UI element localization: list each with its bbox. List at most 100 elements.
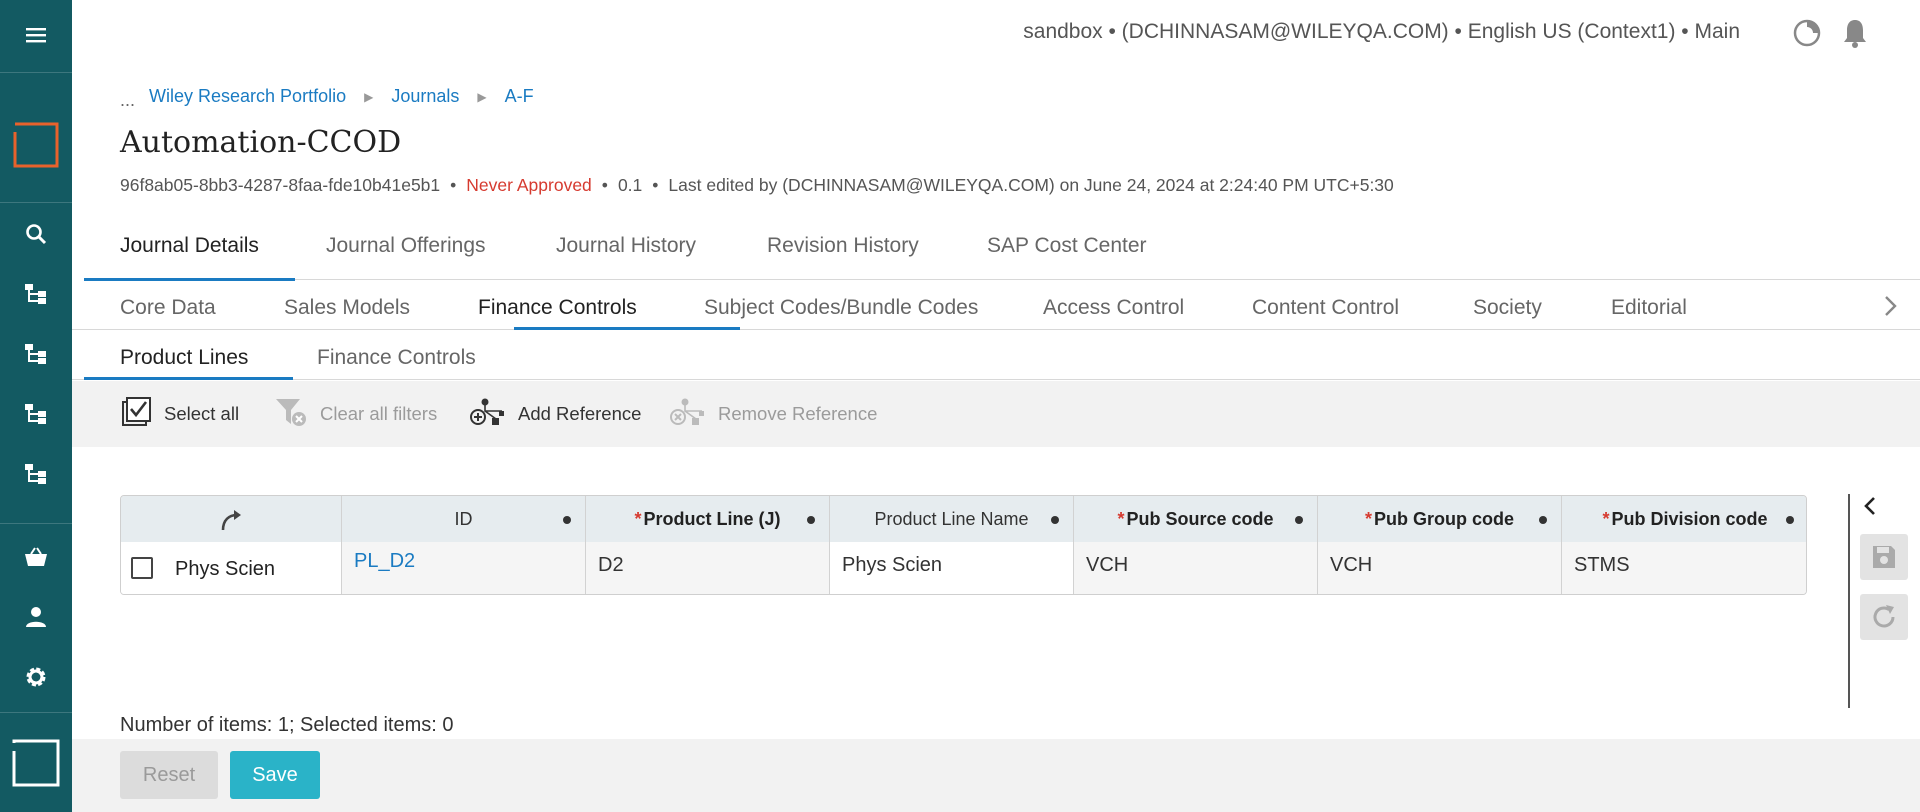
column-label: * Pub Source code [1117, 509, 1274, 529]
remove-reference-icon [670, 397, 706, 432]
row-checkbox[interactable] [131, 557, 153, 579]
main-tabs: Journal Details Journal Offerings Journa… [84, 228, 1920, 281]
tab-access-control[interactable]: Access Control [1043, 296, 1184, 320]
grid-header: ID * Product Line (J) Product Line Name *… [121, 496, 1806, 542]
curved-arrow-icon[interactable] [219, 508, 245, 537]
square-logo-icon[interactable] [0, 738, 72, 788]
user-icon[interactable] [0, 595, 72, 639]
hierarchy-icon[interactable] [0, 452, 72, 496]
last-edited: Last edited by (DCHINNASAM@WILEYQA.COM) … [668, 175, 1394, 195]
basket-icon[interactable] [0, 535, 72, 579]
context-info[interactable]: sandbox • (DCHINNASAM@WILEYQA.COM) • Eng… [1023, 20, 1740, 44]
chevron-left-icon[interactable] [1862, 493, 1878, 524]
cell-product-line-name[interactable]: Phys Scien [830, 542, 1074, 594]
breadcrumb-item-portfolio[interactable]: Wiley Research Portfolio [149, 86, 346, 107]
tab-finance-controls-section[interactable]: Finance Controls [317, 346, 476, 370]
tab-core-data[interactable]: Core Data [120, 296, 216, 320]
refresh-moon-icon[interactable] [1790, 16, 1824, 50]
save-icon[interactable] [1860, 534, 1908, 580]
add-reference-button[interactable]: Add Reference [470, 381, 641, 447]
app-logo-icon[interactable] [0, 115, 72, 175]
remove-reference-button[interactable]: Remove Reference [670, 381, 877, 447]
tab-society[interactable]: Society [1473, 296, 1542, 320]
column-header-id[interactable]: ID [342, 496, 586, 542]
breadcrumb-separator: ▶ [477, 89, 487, 104]
refresh-icon[interactable] [1860, 594, 1908, 640]
tab-sap-cost-center[interactable]: SAP Cost Center [987, 228, 1147, 280]
breadcrumb-separator: ▶ [364, 89, 374, 104]
breadcrumb-ellipsis[interactable]: ... [120, 90, 135, 111]
cell-id: PL_D2 [342, 542, 586, 594]
footer-bar: Reset Save [72, 739, 1920, 812]
cell-pub-source[interactable]: VCH [1074, 542, 1318, 594]
column-menu-icon[interactable] [1295, 516, 1303, 524]
tab-revision-history[interactable]: Revision History [767, 228, 919, 280]
hierarchy-icon[interactable] [0, 332, 72, 376]
select-all-icon [120, 396, 152, 433]
tab-journal-details[interactable]: Journal Details [84, 228, 295, 281]
column-header-pub-group[interactable]: * Pub Group code [1318, 496, 1562, 542]
hamburger-menu-icon[interactable] [0, 13, 72, 57]
breadcrumb: ... Wiley Research Portfolio ▶ Journals … [120, 86, 534, 110]
item-count: Number of items: 1; Selected items: 0 [120, 714, 454, 736]
column-label: * Pub Division code [1602, 509, 1768, 529]
sub-tabs: Core Data Sales Models Finance Controls … [72, 282, 1920, 330]
column-header-product-line[interactable]: * Product Line (J) [586, 496, 830, 542]
tab-product-lines[interactable]: Product Lines [120, 346, 248, 370]
active-tab-indicator [84, 377, 293, 380]
approval-status: Never Approved [466, 175, 592, 195]
clear-filters-label: Clear all filters [320, 403, 438, 424]
cell-pub-division[interactable]: STMS [1562, 542, 1806, 594]
column-menu-icon[interactable] [563, 516, 571, 524]
id-link[interactable]: PL_D2 [354, 550, 415, 573]
tab-editorial[interactable]: Editorial [1611, 296, 1687, 320]
column-header-pub-division[interactable]: * Pub Division code [1562, 496, 1806, 542]
column-label: * Product Line (J) [634, 509, 781, 529]
breadcrumb-item-journals[interactable]: Journals [391, 86, 459, 107]
reset-button[interactable]: Reset [120, 751, 218, 799]
gear-icon[interactable] [0, 655, 72, 699]
bell-icon[interactable] [1838, 16, 1872, 50]
column-header-pub-source[interactable]: * Pub Source code [1074, 496, 1318, 542]
toolbar: Select all Clear all filters Add Referen… [72, 381, 1920, 447]
chevron-right-icon[interactable] [1884, 292, 1898, 324]
tab-subject-codes[interactable]: Subject Codes/Bundle Codes [704, 296, 978, 320]
breadcrumb-item-a-f[interactable]: A-F [505, 86, 534, 107]
record-id: 96f8ab05-8bb3-4287-8faa-fde10b41e5b1 [120, 175, 441, 195]
select-all-button[interactable]: Select all [120, 381, 239, 447]
column-label: * Pub Group code [1364, 509, 1515, 529]
filter-clear-icon [274, 396, 308, 433]
tab-finance-controls[interactable]: Finance Controls [478, 296, 637, 320]
section-tabs: Product Lines Finance Controls [72, 332, 1920, 380]
column-label: Product Line Name [874, 509, 1029, 529]
search-icon[interactable] [0, 212, 72, 256]
remove-reference-label: Remove Reference [718, 403, 878, 424]
column-menu-icon[interactable] [1051, 516, 1059, 524]
column-menu-icon[interactable] [1786, 516, 1794, 524]
column-header-product-line-name[interactable]: Product Line Name [830, 496, 1074, 542]
side-panel-divider [1848, 494, 1850, 708]
column-label: ID [454, 509, 473, 529]
cell-pub-group[interactable]: VCH [1318, 542, 1562, 594]
table-row[interactable]: Phys Scien PL_D2 D2 Phys Scien VCH VCH S… [121, 542, 1806, 594]
hierarchy-icon[interactable] [0, 272, 72, 316]
product-lines-grid: ID * Product Line (J) Product Line Name *… [120, 495, 1807, 595]
tab-sales-models[interactable]: Sales Models [284, 296, 410, 320]
record-version: 0.1 [617, 175, 643, 195]
row-label: Phys Scien [175, 558, 276, 580]
column-menu-icon[interactable] [807, 516, 815, 524]
tab-journal-history[interactable]: Journal History [556, 228, 696, 280]
clear-filters-button[interactable]: Clear all filters [274, 381, 437, 447]
sidebar [0, 0, 72, 812]
active-tab-indicator [514, 327, 740, 330]
tab-journal-offerings[interactable]: Journal Offerings [326, 228, 486, 280]
cell-product-line[interactable]: D2 [586, 542, 830, 594]
save-button[interactable]: Save [230, 751, 320, 799]
row-select-cell: Phys Scien [121, 542, 342, 594]
hierarchy-icon[interactable] [0, 392, 72, 436]
select-all-label: Select all [164, 403, 240, 424]
add-reference-icon [470, 397, 506, 432]
page-title: Automation-CCOD [120, 125, 402, 160]
column-menu-icon[interactable] [1539, 516, 1547, 524]
tab-content-control[interactable]: Content Control [1252, 296, 1399, 320]
